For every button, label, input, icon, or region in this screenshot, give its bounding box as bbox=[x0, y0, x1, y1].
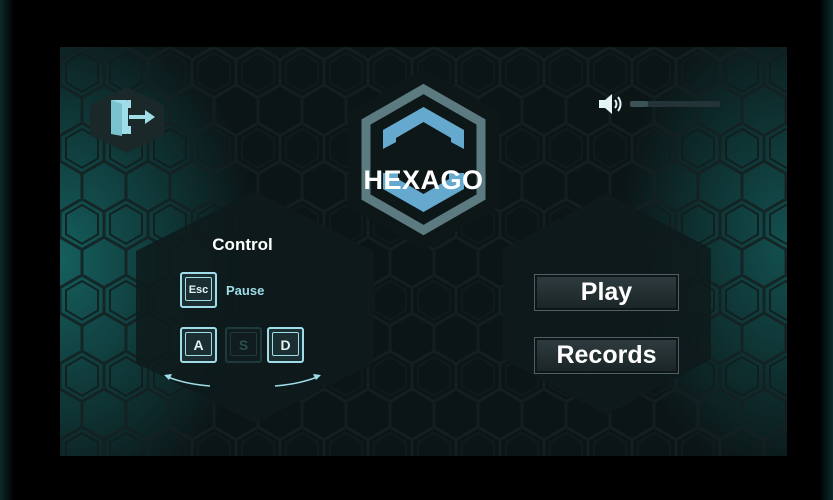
hexagon-logo-emblem bbox=[348, 69, 499, 250]
s-key-label: S bbox=[238, 337, 249, 353]
exit-button[interactable] bbox=[87, 85, 167, 155]
game-title: HEXAGO bbox=[363, 165, 484, 195]
pause-label: Pause bbox=[226, 283, 265, 298]
a-key: A bbox=[180, 327, 217, 363]
rotation-arrows bbox=[164, 374, 321, 387]
volume-slider-fill bbox=[630, 101, 648, 107]
volume-control[interactable] bbox=[598, 92, 723, 116]
s-key: S bbox=[225, 327, 262, 363]
esc-key: Esc bbox=[180, 272, 217, 308]
game-screen: HEXAGO Control Esc Pause A S D Play Reco… bbox=[60, 47, 787, 456]
play-button[interactable]: Play bbox=[534, 274, 679, 311]
a-key-label: A bbox=[193, 337, 204, 353]
frame-edge-right bbox=[819, 0, 833, 500]
speaker-icon[interactable] bbox=[598, 92, 624, 116]
controls-panel-backdrop bbox=[136, 191, 374, 423]
d-key-label: D bbox=[280, 337, 291, 353]
controls-heading: Control bbox=[212, 235, 273, 254]
frame-edge-left bbox=[0, 0, 14, 500]
game-logo: HEXAGO bbox=[346, 67, 501, 252]
esc-key-label: Esc bbox=[188, 284, 209, 296]
rotate-right-arrow-icon bbox=[274, 374, 321, 387]
volume-slider[interactable] bbox=[630, 101, 720, 107]
records-button[interactable]: Records bbox=[534, 337, 679, 374]
d-key: D bbox=[267, 327, 304, 363]
rotate-left-arrow-icon bbox=[164, 374, 211, 387]
